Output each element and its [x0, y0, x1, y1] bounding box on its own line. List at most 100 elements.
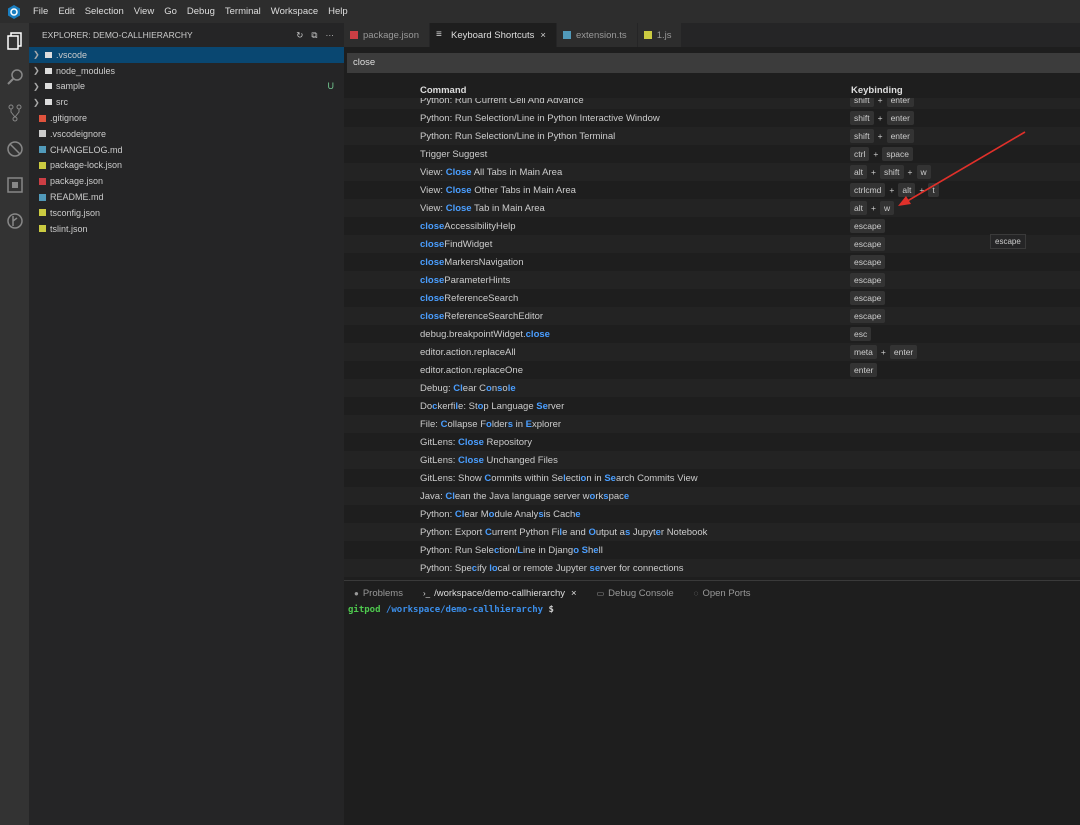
table-header: Command Keybinding [344, 83, 1080, 98]
panel-tab-terminal[interactable]: ›_/workspace/demo-callhierarchy × [413, 588, 587, 599]
menu-edit[interactable]: Edit [53, 6, 79, 17]
table-row[interactable]: closeParameterHints escape [344, 271, 1080, 289]
table-row[interactable]: closeReferenceSearch escape [344, 289, 1080, 307]
menu-help[interactable]: Help [323, 6, 353, 17]
menu-view[interactable]: View [129, 6, 159, 17]
table-row[interactable]: Java: Clean the Java language server wor… [344, 487, 1080, 505]
tree-item-label: .vscodeignore [50, 128, 107, 139]
tree-item[interactable]: ❯ .vscode [29, 47, 344, 63]
command-text: rver [547, 401, 565, 412]
tree-item-label: CHANGELOG.md [50, 144, 123, 155]
tree-item[interactable]: tslint.json [29, 221, 344, 237]
tab-package-json[interactable]: package.json [344, 23, 429, 47]
command-text: Repository [483, 437, 532, 448]
tree-item[interactable]: .gitignore [29, 110, 344, 126]
tree-item[interactable]: ❯ node_modules [29, 63, 344, 79]
command-text: FindWidget [444, 239, 493, 250]
terminal-prompt: $ [548, 605, 554, 615]
tree-item[interactable]: .vscodeignore [29, 126, 344, 142]
gitlens-icon[interactable] [0, 203, 29, 239]
close-icon[interactable]: × [540, 30, 546, 41]
panel-tab-problems[interactable]: ● Problems [344, 588, 413, 599]
panel-tab-ports[interactable]: ◌ Open Ports [684, 588, 761, 599]
keybinding-column-header[interactable]: Keybinding [851, 85, 903, 96]
table-row[interactable]: Python: Clear Module Analysis Cache [344, 505, 1080, 523]
table-row[interactable]: Python: Run Selection/Line in Python Int… [344, 109, 1080, 127]
command-cell: Debug: Clear Console [420, 383, 516, 394]
table-row[interactable]: Python: Run Selection/Line in Django She… [344, 541, 1080, 559]
command-text: n in [586, 473, 605, 484]
extensions-icon[interactable] [0, 167, 29, 203]
debug-icon[interactable] [0, 131, 29, 167]
table-row[interactable]: debug.breakpointWidget.close esc [344, 325, 1080, 343]
key-chip: ctrlcmd [850, 183, 886, 197]
command-cell: closeReferenceSearchEditor [420, 311, 543, 322]
table-row[interactable]: GitLens: Close Repository [344, 433, 1080, 451]
table-row[interactable]: editor.action.replaceAll meta + enter [344, 343, 1080, 361]
tree-item[interactable]: tsconfig.json [29, 205, 344, 221]
table-row[interactable]: View: Close Tab in Main Area alt + w [344, 199, 1080, 217]
tree-item[interactable]: CHANGELOG.md [29, 142, 344, 158]
tree-item[interactable]: ❯ src [29, 94, 344, 110]
more-icon[interactable]: ··· [326, 30, 335, 40]
table-row[interactable]: File: Collapse Folders in Explorer [344, 415, 1080, 433]
menu-go[interactable]: Go [159, 6, 182, 17]
debug-console-icon: ▭ [596, 588, 605, 598]
table-row[interactable]: GitLens: Show Commits within Selection i… [344, 469, 1080, 487]
table-row[interactable]: closeMarkersNavigation escape [344, 253, 1080, 271]
table-row[interactable]: Debug: Clear Console [344, 379, 1080, 397]
table-row[interactable]: Python: Run Current Cell And Advance shif… [344, 98, 1080, 109]
command-cell: Python: Clear Module Analysis Cache [420, 509, 581, 520]
keybinding-cell: alt + shift + w [850, 165, 931, 179]
table-row[interactable]: View: Close Other Tabs in Main Area ctrlc… [344, 181, 1080, 199]
menu-file[interactable]: File [28, 6, 53, 17]
match-highlight: Cl [453, 383, 463, 394]
menu-selection[interactable]: Selection [80, 6, 129, 17]
tree-item[interactable]: package-lock.json [29, 158, 344, 174]
table-row[interactable]: Dockerfile: Stop Language Server [344, 397, 1080, 415]
match-highlight: C [484, 527, 492, 538]
tab-1-js[interactable]: 1.js [637, 23, 682, 47]
table-row[interactable]: Python: Run Selection/Line in Python Ter… [344, 127, 1080, 145]
command-column-header[interactable]: Command [420, 85, 466, 96]
command-text: rver for connections [600, 563, 684, 574]
panel-tab-debug-console[interactable]: ▭ Debug Console [587, 588, 684, 599]
table-row[interactable]: GitLens: Close Unchanged Files [344, 451, 1080, 469]
collapse-all-icon[interactable]: ⧉ [311, 30, 317, 40]
table-row[interactable]: Trigger Suggest ctrl + space [344, 145, 1080, 163]
tree-item[interactable]: README.md [29, 189, 344, 205]
tab-keyboard-shortcuts[interactable]: ≡ Keyboard Shortcuts × [429, 23, 556, 47]
command-cell: Python: Run Selection/Line in Python Ter… [420, 131, 615, 142]
menu-terminal[interactable]: Terminal [220, 6, 266, 17]
source-control-icon[interactable] [0, 95, 29, 131]
key-chip: escape [850, 255, 886, 269]
files-icon[interactable] [0, 23, 29, 59]
table-row[interactable]: editor.action.replaceOne enter [344, 361, 1080, 379]
menu-debug[interactable]: Debug [182, 6, 220, 17]
command-text: Python: [420, 509, 455, 520]
tree-item[interactable]: package.json [29, 173, 344, 189]
keybindings-search-input[interactable] [347, 53, 1080, 73]
match-highlight: close [420, 311, 445, 322]
command-cell: GitLens: Show Commits within Selection i… [420, 473, 698, 484]
table-row[interactable]: Python: Export Current Python File and O… [344, 523, 1080, 541]
menu-workspace[interactable]: Workspace [266, 6, 323, 17]
command-text: AccessibilityHelp [444, 221, 516, 232]
tab-extension-ts[interactable]: extension.ts [556, 23, 637, 47]
table-row[interactable]: Python: Specify local or remote Jupyter … [344, 559, 1080, 577]
table-row[interactable]: View: Close All Tabs in Main Area alt + shi… [344, 163, 1080, 181]
table-row[interactable]: closeAccessibilityHelp escape [344, 217, 1080, 235]
match-highlight: close [420, 239, 445, 250]
panel-tab-label: Debug Console [608, 587, 674, 599]
menubar: File Edit Selection View Go Debug Terminal Work… [0, 0, 1080, 23]
table-row[interactable]: closeFindWidget escape [344, 235, 1080, 253]
close-icon[interactable]: × [571, 588, 577, 599]
npm-icon [350, 31, 358, 39]
tree-item[interactable]: ❯ sample U [29, 79, 344, 95]
command-text: kerfi [437, 401, 456, 412]
tree-item-label: README.md [50, 192, 104, 203]
refresh-icon[interactable]: ↻ [296, 30, 303, 40]
table-row[interactable]: closeReferenceSearchEditor escape [344, 307, 1080, 325]
search-icon[interactable] [0, 59, 29, 95]
terminal[interactable]: gitpod /workspace/demo-callhierarchy $ [344, 605, 1080, 615]
